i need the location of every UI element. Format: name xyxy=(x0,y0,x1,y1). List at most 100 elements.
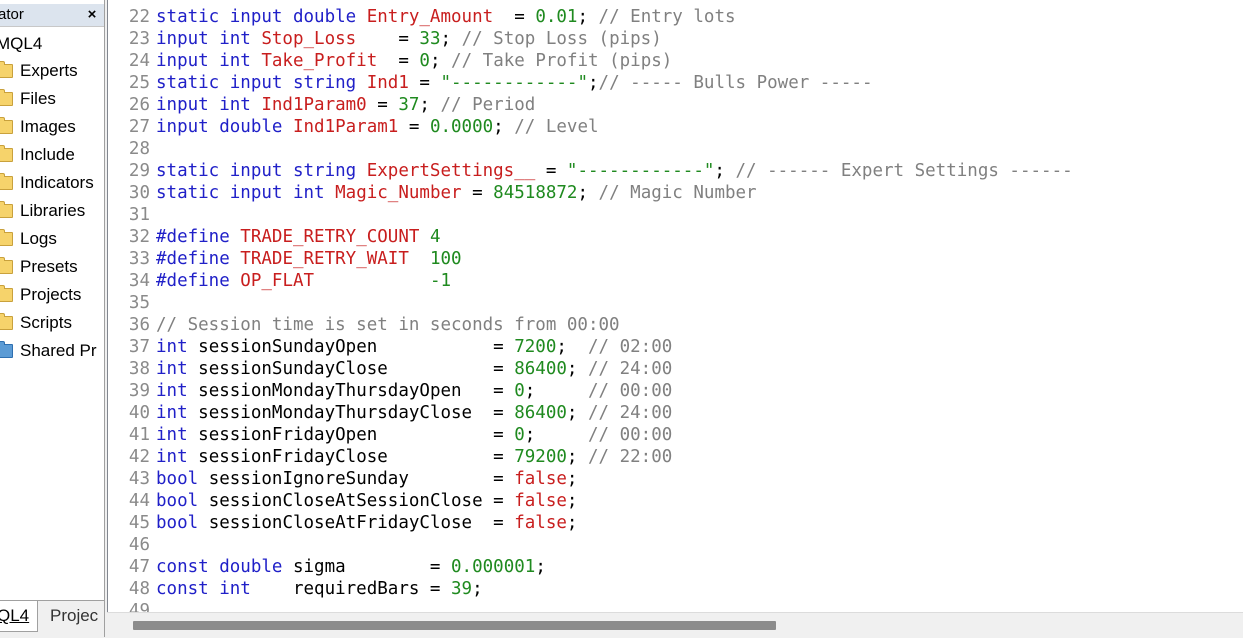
tree-item-include[interactable]: Include xyxy=(0,144,75,166)
code-line[interactable]: static input string Ind1 = "------------… xyxy=(156,72,872,94)
line-number: 39 xyxy=(128,381,150,401)
code-token: const double xyxy=(156,557,293,577)
code-token: Ind1Param0 xyxy=(261,95,367,115)
code-line[interactable]: #define TRADE_RETRY_COUNT 4 xyxy=(156,226,441,248)
code-token: sessionCloseAtSessionClose = xyxy=(208,491,515,511)
code-line[interactable]: int sessionMondayThursdayClose = 86400; … xyxy=(156,402,672,424)
tree-item-label: Logs xyxy=(20,229,57,248)
line-number: 40 xyxy=(128,403,150,423)
code-line[interactable]: int sessionMondayThursdayOpen = 0; // 00… xyxy=(156,380,672,402)
tree-item-experts[interactable]: Experts xyxy=(0,60,78,82)
code-token: ; xyxy=(566,513,578,533)
tree-item-label: Files xyxy=(20,89,56,108)
close-icon[interactable]: × xyxy=(84,6,100,24)
code-token: static input double xyxy=(156,7,367,27)
line-number: 22 xyxy=(128,7,150,27)
folder-icon xyxy=(0,313,13,330)
tree-item-indicators[interactable]: Indicators xyxy=(0,172,94,194)
code-token: Ind1 xyxy=(366,73,409,93)
tree-item-images[interactable]: Images xyxy=(0,116,76,138)
code-line[interactable]: int sessionSundayClose = 86400; // 24:00 xyxy=(156,358,672,380)
line-number: 23 xyxy=(128,29,150,49)
tree-item-presets[interactable]: Presets xyxy=(0,256,78,278)
code-line[interactable]: input int Take_Profit = 0; // Take Profi… xyxy=(156,50,672,72)
code-line[interactable]: static input int Magic_Number = 84518872… xyxy=(156,182,757,204)
tree-item-libraries[interactable]: Libraries xyxy=(0,200,85,222)
code-token: requiredBars = xyxy=(292,579,452,599)
code-token: int xyxy=(156,381,199,401)
tab-mql4[interactable]: QL4 xyxy=(0,601,38,632)
code-token: 86400 xyxy=(514,403,567,423)
tree-item-label: Images xyxy=(20,117,76,136)
code-token: sessionFridayClose = xyxy=(198,447,515,467)
code-line[interactable]: bool sessionCloseAtSessionClose = false; xyxy=(156,490,577,512)
line-number: 28 xyxy=(128,139,150,159)
code-line[interactable]: static input double Entry_Amount = 0.01;… xyxy=(156,6,736,28)
navigator-header: ator × xyxy=(0,4,104,27)
code-line[interactable]: int sessionSundayOpen = 7200; // 02:00 xyxy=(156,336,672,358)
code-line[interactable]: const double sigma = 0.000001; xyxy=(156,556,546,578)
code-token: sessionMondayThursdayOpen = xyxy=(198,381,515,401)
code-token: // Session time is set in seconds from 0… xyxy=(156,315,620,335)
code-line[interactable]: bool sessionCloseAtFridayClose = false; xyxy=(156,512,577,534)
folder-icon xyxy=(0,201,13,218)
code-token: ; xyxy=(556,337,588,357)
code-token: 100 xyxy=(429,249,462,269)
code-token: static input int xyxy=(156,183,336,203)
code-token: Take_Profit xyxy=(261,51,378,71)
tab-projects[interactable]: Projec xyxy=(42,601,104,631)
code-token: "------------" xyxy=(440,73,588,93)
code-token: OP_FLAT xyxy=(240,271,315,291)
line-number: 33 xyxy=(128,249,150,269)
code-line[interactable]: int sessionFridayOpen = 0; // 00:00 xyxy=(156,424,672,446)
code-token: const int xyxy=(156,579,293,599)
code-line[interactable]: #define TRADE_RETRY_WAIT 100 xyxy=(156,248,462,270)
code-token: Stop_Loss xyxy=(261,29,357,49)
code-line[interactable]: const int requiredBars = 39; xyxy=(156,578,483,600)
code-token: sessionFridayOpen = xyxy=(198,425,515,445)
code-line[interactable]: input double Ind1Param1 = 0.0000; // Lev… xyxy=(156,116,599,138)
horizontal-scrollbar[interactable] xyxy=(107,612,1243,638)
tree-item-scripts[interactable]: Scripts xyxy=(0,312,72,334)
code-line[interactable]: int sessionFridayClose = 79200; // 22:00 xyxy=(156,446,672,468)
code-token: ; xyxy=(588,73,599,93)
code-line[interactable]: // Session time is set in seconds from 0… xyxy=(156,314,620,336)
code-token: // 00:00 xyxy=(588,381,673,401)
code-token: 39 xyxy=(451,579,473,599)
line-number: 43 xyxy=(128,469,150,489)
code-token: // Level xyxy=(514,117,599,137)
tree-item-shared-pr[interactable]: Shared Pr xyxy=(0,340,97,362)
code-token: ; xyxy=(566,469,578,489)
scrollbar-thumb[interactable] xyxy=(133,621,776,630)
line-number: 45 xyxy=(128,513,150,533)
code-line[interactable]: static input string ExpertSettings__ = "… xyxy=(156,160,1073,182)
line-number: 35 xyxy=(128,293,150,313)
code-line[interactable]: input int Ind1Param0 = 37; // Period xyxy=(156,94,535,116)
code-editor[interactable]: 22 23 24 25 26 27 28 29 30 31 32 33 34 35 36 37 38 39 40 41… xyxy=(107,0,1243,612)
tree-item-label: Libraries xyxy=(20,201,86,220)
line-number-gutter: 22 23 24 25 26 27 28 29 30 31 32 33 34 35 36 37 38 39 40 41… xyxy=(108,0,152,612)
line-number: 46 xyxy=(128,535,150,555)
tree-item-files[interactable]: Files xyxy=(0,88,56,110)
tree-item-logs[interactable]: Logs xyxy=(0,228,57,250)
code-token: 86400 xyxy=(514,359,567,379)
folder-icon xyxy=(0,145,13,162)
code-token: bool xyxy=(156,491,209,511)
code-line[interactable]: bool sessionIgnoreSunday = false; xyxy=(156,468,577,490)
code-token: int xyxy=(156,337,199,357)
code-line[interactable]: #define OP_FLAT -1 xyxy=(156,270,451,292)
code-token: input int xyxy=(156,95,262,115)
code-token: TRADE_RETRY_WAIT xyxy=(240,249,409,269)
tree-root-mql4[interactable]: MQL4 xyxy=(0,34,42,54)
line-number: 38 xyxy=(128,359,150,379)
line-number: 27 xyxy=(128,117,150,137)
code-token: ; xyxy=(566,447,588,467)
navigator-title: ator xyxy=(0,6,24,23)
code-line[interactable]: input int Stop_Loss = 33; // Stop Loss (… xyxy=(156,28,662,50)
code-token: 0.000001 xyxy=(451,557,536,577)
folder-icon xyxy=(0,117,13,134)
line-number: 34 xyxy=(128,271,150,291)
tree-item-projects[interactable]: Projects xyxy=(0,284,81,306)
